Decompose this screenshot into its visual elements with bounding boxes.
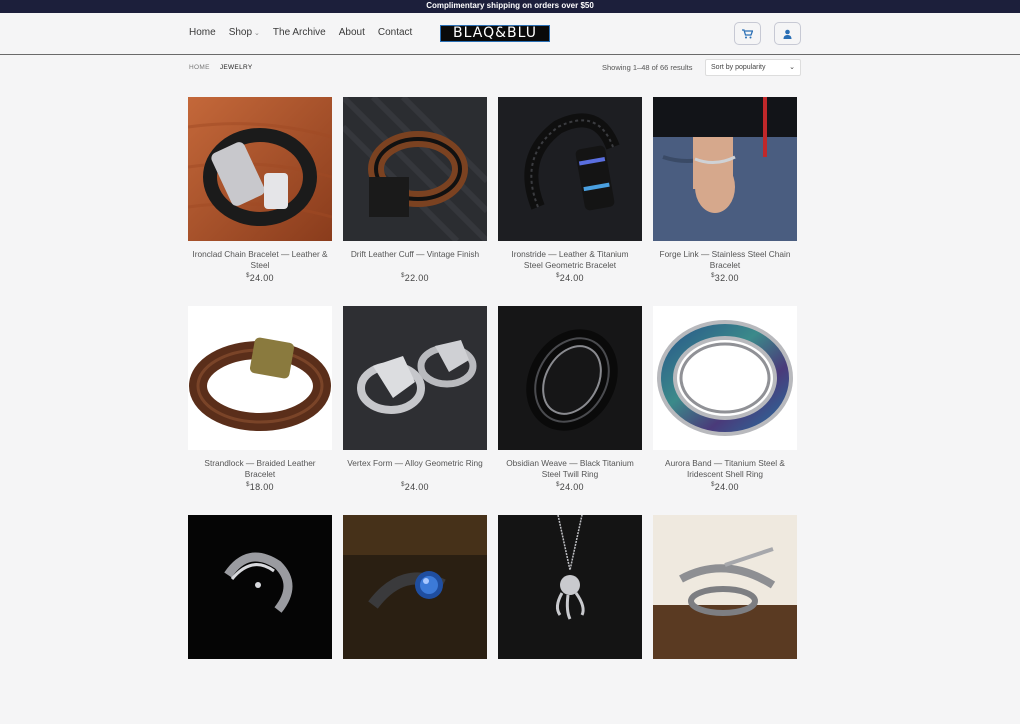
product-price: $24.00 [498, 482, 642, 492]
product-image[interactable] [498, 306, 642, 450]
product-card[interactable]: Forge Link — Stainless Steel Chain Brace… [653, 97, 797, 306]
site-logo[interactable]: BLAQ&BLU [440, 25, 550, 42]
breadcrumb-current: JEWELRY [219, 64, 253, 71]
price-value: 32.00 [714, 273, 739, 283]
product-price: $18.00 [188, 482, 332, 492]
product-name[interactable]: Vertex Form — Alloy Geometric Ring [343, 458, 487, 480]
promo-bar: Complimentary shipping on orders over $5… [0, 0, 1020, 13]
account-button[interactable] [774, 22, 801, 45]
promo-text: Complimentary shipping on orders over $5… [426, 1, 594, 10]
price-value: 18.00 [249, 482, 274, 492]
price-value: 24.00 [249, 273, 274, 283]
user-icon [783, 29, 792, 39]
cart-icon [742, 28, 753, 38]
nav-home[interactable]: Home [189, 27, 216, 38]
product-card[interactable]: Drift Leather Cuff — Vintage Finish $22.… [343, 97, 487, 306]
product-name[interactable]: Forge Link — Stainless Steel Chain Brace… [653, 249, 797, 271]
nav-shop-label: Shop [228, 27, 253, 38]
price-value: 22.00 [404, 273, 429, 283]
product-name[interactable]: Drift Leather Cuff — Vintage Finish [343, 249, 487, 271]
product-card[interactable] [653, 515, 797, 724]
product-grid: Ironclad Chain Bracelet — Leather & Stee… [188, 97, 797, 724]
price-value: 24.00 [559, 482, 584, 492]
product-card[interactable]: Ironclad Chain Bracelet — Leather & Stee… [188, 97, 332, 306]
product-price: $24.00 [653, 482, 797, 492]
main-nav: Home Shop ⌄ The Archive About Contact [189, 27, 412, 38]
product-image[interactable] [653, 515, 797, 659]
price-value: 24.00 [404, 482, 429, 492]
product-name[interactable]: Ironstride — Leather & Titanium Steel Ge… [498, 249, 642, 271]
product-image[interactable] [188, 515, 332, 659]
sort-select[interactable]: Sort by popularity ⌄ [705, 59, 801, 76]
product-card[interactable]: Strandlock — Braided Leather Bracelet $1… [188, 306, 332, 515]
product-name[interactable]: Obsidian Weave — Black Titanium Steel Tw… [498, 458, 642, 480]
product-price: $24.00 [188, 273, 332, 283]
product-image[interactable] [188, 306, 332, 450]
nav-about[interactable]: About [339, 27, 365, 38]
site-header: Home Shop ⌄ The Archive About Contact BLA… [0, 13, 1020, 55]
product-card[interactable]: Ironstride — Leather & Titanium Steel Ge… [498, 97, 642, 306]
breadcrumb-home[interactable]: HOME [189, 64, 210, 71]
product-card[interactable] [498, 515, 642, 724]
product-price: $24.00 [343, 482, 487, 492]
product-card[interactable]: Vertex Form — Alloy Geometric Ring $24.0… [343, 306, 487, 515]
product-card[interactable] [343, 515, 487, 724]
product-name[interactable]: Aurora Band — Titanium Steel & Iridescen… [653, 458, 797, 480]
results-count: Showing 1–48 of 66 results [602, 63, 693, 72]
product-card[interactable]: Aurora Band — Titanium Steel & Iridescen… [653, 306, 797, 515]
nav-shop[interactable]: Shop ⌄ [229, 27, 260, 38]
chevron-down-icon: ⌄ [789, 64, 795, 71]
cart-button[interactable] [734, 22, 761, 45]
product-price: $32.00 [653, 273, 797, 283]
product-name[interactable]: Strandlock — Braided Leather Bracelet [188, 458, 332, 480]
product-image[interactable] [653, 97, 797, 241]
sort-selected: Sort by popularity [711, 64, 766, 71]
product-image[interactable] [653, 306, 797, 450]
product-card[interactable]: Obsidian Weave — Black Titanium Steel Tw… [498, 306, 642, 515]
product-card[interactable] [188, 515, 332, 724]
nav-contact[interactable]: Contact [378, 27, 412, 38]
shop-toolbar: HOME JEWELRY Showing 1–48 of 66 results … [0, 55, 1020, 83]
chevron-down-icon: ⌄ [254, 30, 260, 37]
product-price: $22.00 [343, 273, 487, 283]
nav-archive[interactable]: The Archive [273, 27, 326, 38]
product-image[interactable] [343, 306, 487, 450]
price-value: 24.00 [559, 273, 584, 283]
product-image[interactable] [343, 515, 487, 659]
product-image[interactable] [498, 97, 642, 241]
product-image[interactable] [498, 515, 642, 659]
breadcrumb: HOME JEWELRY [189, 64, 253, 71]
product-name[interactable]: Ironclad Chain Bracelet — Leather & Stee… [188, 249, 332, 271]
product-image[interactable] [188, 97, 332, 241]
product-price: $24.00 [498, 273, 642, 283]
product-image[interactable] [343, 97, 487, 241]
price-value: 24.00 [714, 482, 739, 492]
